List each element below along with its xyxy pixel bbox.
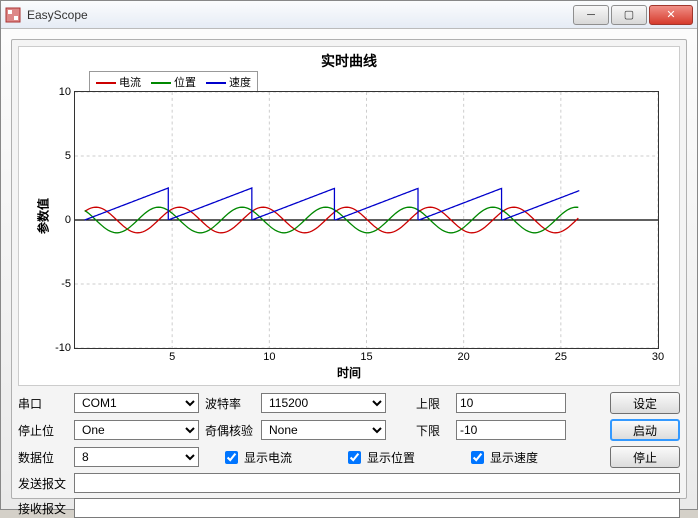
legend-position: 位置 bbox=[174, 77, 196, 89]
recv-input[interactable] bbox=[74, 498, 680, 518]
chart-area: 实时曲线 电流 位置 速度 参数值 时间 -10-50510 510152025… bbox=[18, 46, 680, 386]
databits-select[interactable]: 8 bbox=[74, 447, 199, 467]
titlebar: EasyScope ─ ▢ ✕ bbox=[1, 1, 697, 29]
port-select[interactable]: COM1 bbox=[74, 393, 199, 413]
close-button[interactable]: ✕ bbox=[649, 5, 693, 25]
app-window: EasyScope ─ ▢ ✕ 实时曲线 电流 位置 速度 参数值 时间 -10… bbox=[0, 0, 698, 510]
port-label: 串口 bbox=[18, 395, 68, 412]
parity-select[interactable]: None bbox=[261, 420, 386, 440]
legend-speed: 速度 bbox=[229, 77, 251, 89]
stop-button[interactable]: 停止 bbox=[610, 446, 680, 468]
chart-title: 实时曲线 bbox=[19, 47, 679, 71]
legend: 电流 位置 速度 bbox=[89, 71, 258, 93]
show-position-checkbox[interactable]: 显示位置 bbox=[344, 448, 415, 467]
upper-input[interactable] bbox=[456, 393, 566, 413]
parity-label: 奇偶核验 bbox=[205, 422, 255, 439]
show-speed-checkbox[interactable]: 显示速度 bbox=[467, 448, 538, 467]
stopbits-select[interactable]: One bbox=[74, 420, 199, 440]
app-icon bbox=[5, 7, 21, 23]
send-input[interactable] bbox=[74, 473, 680, 493]
lower-input[interactable] bbox=[456, 420, 566, 440]
y-axis-label: 参数值 bbox=[35, 198, 52, 234]
plot-area: -10-50510 51015202530 bbox=[74, 91, 659, 349]
start-button[interactable]: 启动 bbox=[610, 419, 680, 441]
upper-label: 上限 bbox=[416, 395, 450, 412]
baud-label: 波特率 bbox=[205, 395, 255, 412]
window-title: EasyScope bbox=[27, 8, 571, 22]
x-axis-label: 时间 bbox=[337, 364, 361, 381]
send-label: 发送报文 bbox=[18, 475, 68, 492]
minimize-button[interactable]: ─ bbox=[573, 5, 609, 25]
lower-label: 下限 bbox=[416, 422, 450, 439]
databits-label: 数据位 bbox=[18, 449, 68, 466]
recv-label: 接收报文 bbox=[18, 500, 68, 517]
legend-current: 电流 bbox=[119, 77, 141, 89]
stop-label: 停止位 bbox=[18, 422, 68, 439]
maximize-button[interactable]: ▢ bbox=[611, 5, 647, 25]
show-current-checkbox[interactable]: 显示电流 bbox=[221, 448, 292, 467]
set-button[interactable]: 设定 bbox=[610, 392, 680, 414]
baud-select[interactable]: 115200 bbox=[261, 393, 386, 413]
main-panel: 实时曲线 电流 位置 速度 参数值 时间 -10-50510 510152025… bbox=[11, 39, 687, 499]
controls: 串口 COM1 波特率 115200 上限 设定 停止位 One 奇偶核验 No… bbox=[18, 392, 680, 518]
